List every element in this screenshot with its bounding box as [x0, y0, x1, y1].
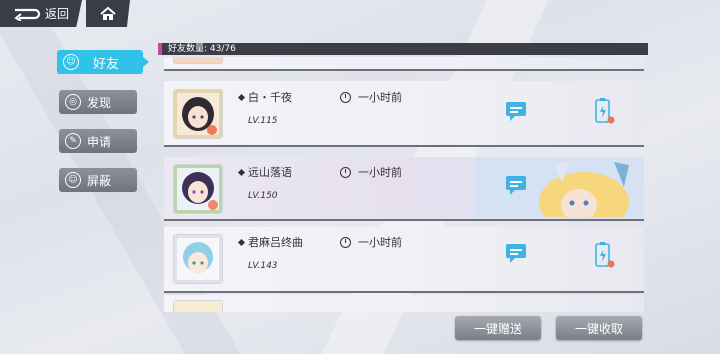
profile-artwork	[474, 157, 644, 217]
friend-count-label: 好友数量	[168, 44, 205, 54]
friend-count-value: 43/76	[209, 44, 236, 54]
friend-level: LV.150	[248, 191, 278, 201]
friend-avatar[interactable]	[174, 90, 222, 138]
sidebar-item-block[interactable]: ☺ 屏蔽	[59, 168, 137, 192]
friend-row[interactable]: 远山落语 LV.150 一小时前	[164, 157, 644, 221]
active-indicator	[143, 57, 149, 67]
friend-list[interactable]: 白・千夜 LV.115 一小时前 远山落语 LV.150 一小时前 君麻吕终曲 …	[164, 57, 644, 312]
friend-row[interactable]: 白・千夜 LV.115 一小时前	[164, 81, 644, 147]
home-button[interactable]	[86, 0, 130, 27]
stamina-battery-icon[interactable]	[592, 97, 616, 125]
friend-name: 白・千夜	[248, 91, 292, 104]
sidebar-item-label: 申请	[87, 134, 112, 149]
sidebar-item-label: 好友	[93, 56, 120, 72]
list-item-partial	[164, 295, 644, 312]
pencil-icon: ✎	[65, 133, 81, 149]
friend-row[interactable]: 君麻吕终曲 LV.143 一小时前	[164, 227, 644, 293]
friend-avatar	[174, 57, 222, 63]
sidebar-item-label: 发现	[87, 95, 112, 110]
friend-level: LV.115	[248, 116, 278, 126]
last-online: 一小时前	[358, 236, 402, 249]
sidebar-item-friends[interactable]: ☺ 好友	[57, 50, 149, 74]
block-user-icon: ☺	[65, 172, 81, 188]
stamina-battery-icon[interactable]	[592, 241, 616, 269]
chat-gift-icon[interactable]	[504, 175, 530, 197]
friends-icon: ☺	[63, 54, 79, 70]
back-label: 返回	[44, 7, 69, 21]
sidebar-item-label: 屏蔽	[87, 173, 112, 188]
avatar-frame	[174, 165, 222, 213]
clock-icon	[340, 92, 351, 103]
friend-avatar	[174, 301, 222, 312]
friend-count-bar: 好友数量: 43/76	[158, 43, 648, 55]
friend-name: 远山落语	[248, 166, 292, 179]
sidebar-item-discover[interactable]: ◎ 发现	[59, 90, 137, 114]
bullet-icon	[237, 238, 246, 247]
last-online: 一小时前	[358, 166, 402, 179]
clock-icon	[340, 167, 351, 178]
friend-avatar[interactable]	[174, 165, 222, 213]
receive-all-button[interactable]: 一键收取	[556, 316, 642, 340]
send-all-button[interactable]: 一键赠送	[455, 316, 541, 340]
avatar-frame	[174, 90, 222, 138]
friend-level: LV.143	[248, 261, 278, 271]
back-arrow-icon	[14, 8, 41, 21]
bullet-icon	[237, 168, 246, 177]
back-button[interactable]: 返回	[0, 0, 82, 27]
home-icon	[100, 6, 116, 20]
friend-name: 君麻吕终曲	[248, 236, 303, 249]
friend-avatar[interactable]	[174, 235, 222, 283]
chat-gift-icon[interactable]	[504, 101, 530, 123]
last-online: 一小时前	[358, 91, 402, 104]
bullet-icon	[237, 93, 246, 102]
discover-icon: ◎	[65, 94, 81, 110]
chat-gift-icon[interactable]	[504, 243, 530, 265]
avatar-frame	[174, 235, 222, 283]
sidebar-item-requests[interactable]: ✎ 申请	[59, 129, 137, 153]
clock-icon	[340, 237, 351, 248]
list-item-partial	[164, 57, 644, 71]
